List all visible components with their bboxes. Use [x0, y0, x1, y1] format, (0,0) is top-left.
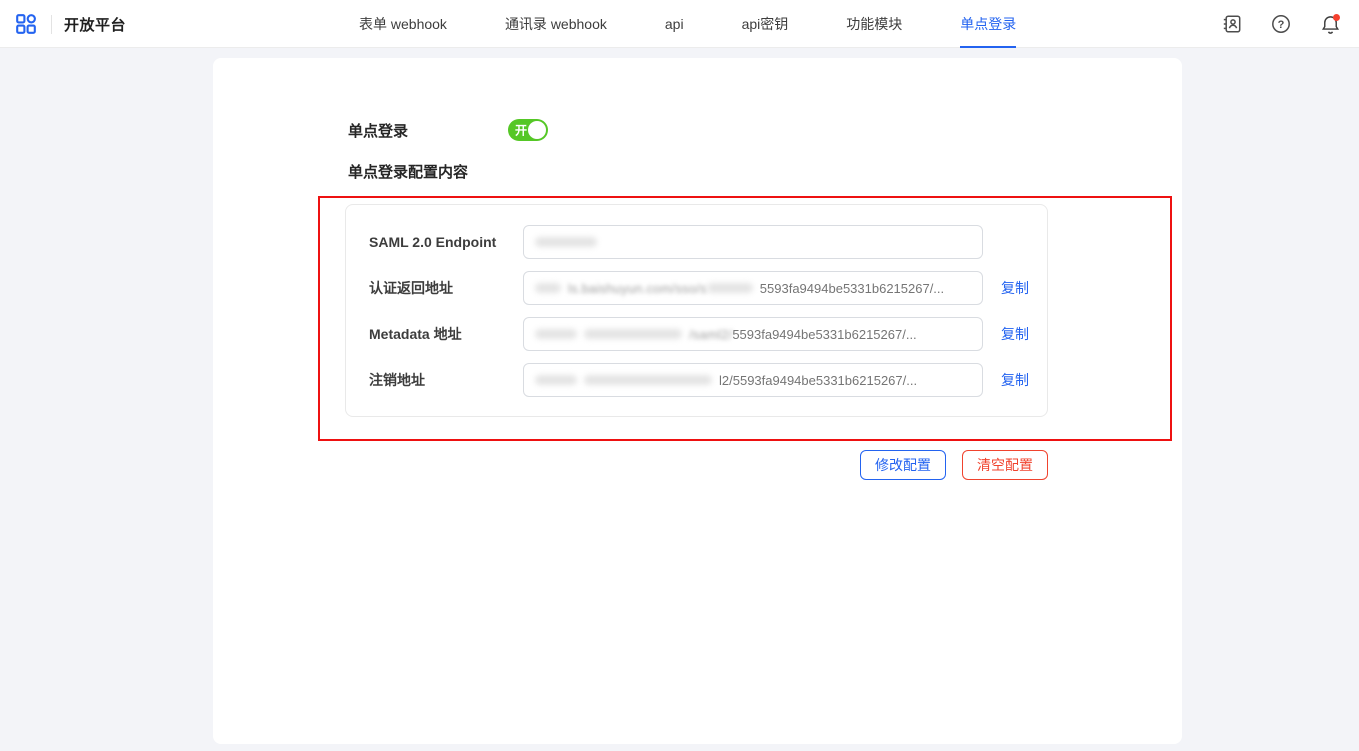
annotation-red-rectangle: SAML 2.0 Endpoint 认证返回地址 ls.baishuyun.co… — [318, 196, 1172, 441]
redacted-blur — [584, 375, 712, 385]
app-title: 开放平台 — [64, 14, 126, 35]
nav-tab-2[interactable]: 通讯录 webhook — [505, 0, 607, 48]
config-section-title: 单点登录配置内容 — [348, 161, 1182, 182]
nav-tab-1[interactable]: 表单 webhook — [359, 0, 447, 48]
config-field-row: Metadata 地址 /saml2/5593fa9494be5331b6215… — [346, 317, 1047, 351]
nav-tab-3[interactable]: api — [665, 0, 684, 48]
header-icons: ? — [1221, 0, 1341, 48]
url-fragment: 5593fa9494be5331b6215267/... — [760, 281, 944, 296]
svg-text:?: ? — [1278, 19, 1285, 31]
config-field-row: 认证返回地址 ls.baishuyun.com/sso/s 5593fa9494b… — [346, 271, 1047, 305]
copy-link[interactable]: 复制 — [1001, 324, 1029, 344]
clear-config-button[interactable]: 清空配置 — [962, 450, 1048, 480]
nav-tab-5[interactable]: 功能模块 — [846, 0, 902, 48]
url-fragment: l2/5593fa9494be5331b6215267/... — [719, 373, 917, 388]
brand-divider — [51, 15, 52, 34]
config-field-row: SAML 2.0 Endpoint — [346, 225, 1047, 259]
action-buttons-row: 修改配置清空配置 — [318, 450, 1048, 480]
toggle-knob — [528, 121, 546, 139]
redacted-blur — [535, 237, 597, 247]
field-label: SAML 2.0 Endpoint — [369, 234, 523, 250]
sso-toggle-row: 单点登录 开 — [348, 118, 1182, 142]
redacted-blur — [535, 329, 577, 339]
field-input[interactable]: /saml2/5593fa9494be5331b6215267/... — [523, 317, 983, 351]
brand-area: 开放平台 — [13, 0, 126, 48]
redacted-blur — [584, 329, 682, 339]
field-label: 注销地址 — [369, 370, 523, 390]
nav-tab-4[interactable]: api密钥 — [742, 0, 789, 48]
notification-badge — [1333, 14, 1340, 21]
field-label: 认证返回地址 — [369, 278, 523, 298]
nav-tab-6[interactable]: 单点登录 — [960, 0, 1016, 48]
bell-icon[interactable] — [1319, 13, 1341, 35]
header-nav: 表单 webhook 通讯录 webhook api api密钥 功能模块 单点登录 — [359, 0, 1016, 48]
config-card: SAML 2.0 Endpoint 认证返回地址 ls.baishuyun.co… — [345, 204, 1048, 417]
redacted-blur — [535, 375, 577, 385]
field-label: Metadata 地址 — [369, 324, 523, 344]
copy-link[interactable]: 复制 — [1001, 278, 1029, 298]
header: 开放平台 表单 webhook 通讯录 webhook api api密钥 功能模块 单点… — [0, 0, 1359, 48]
sso-label: 单点登录 — [348, 120, 508, 141]
copy-link[interactable]: 复制 — [1001, 370, 1029, 390]
sso-toggle[interactable]: 开 — [508, 119, 548, 141]
contacts-icon[interactable] — [1221, 13, 1243, 35]
modify-config-button[interactable]: 修改配置 — [860, 450, 946, 480]
toggle-on-label: 开 — [515, 122, 527, 139]
config-field-row: 注销地址 l2/5593fa9494be5331b6215267/... 复制 — [346, 363, 1047, 397]
apps-grid-icon[interactable] — [13, 11, 39, 37]
field-input[interactable]: ls.baishuyun.com/sso/s 5593fa9494be5331b6… — [523, 271, 983, 305]
redacted-blur — [707, 283, 753, 293]
url-fragment: 5593fa9494be5331b6215267/... — [732, 327, 916, 342]
redacted-blur — [535, 283, 561, 293]
field-input[interactable]: l2/5593fa9494be5331b6215267/... — [523, 363, 983, 397]
url-fragment: ls.baishuyun.com/sso/s — [568, 281, 707, 296]
content-card: 单点登录 开 单点登录配置内容 SAML 2.0 Endpoint 认证返回地址… — [213, 58, 1182, 744]
url-fragment: /saml2/ — [689, 327, 732, 342]
field-input[interactable] — [523, 225, 983, 259]
help-icon[interactable]: ? — [1270, 13, 1292, 35]
